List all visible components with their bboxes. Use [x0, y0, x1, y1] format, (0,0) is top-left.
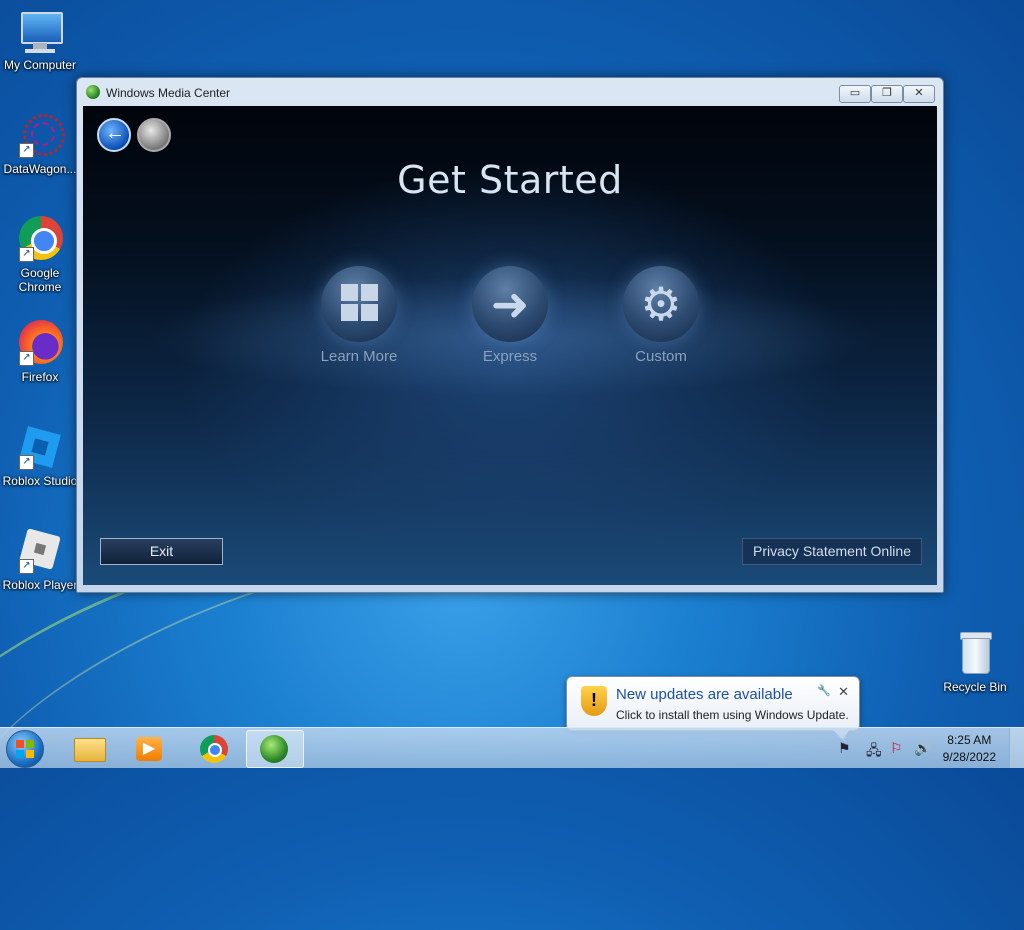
desktop-icon-label: My Computer [3, 58, 77, 72]
roblox-studio-icon: ↗ [17, 424, 63, 470]
option-label: Express [482, 348, 538, 365]
notification-title: New updates are available [616, 686, 793, 703]
datawagon-icon: ↗ [17, 112, 65, 158]
taskbar: ▶ ⚑ 🖧 ⚐ 🔊 8:25 AM 9/28/2022 [0, 727, 1024, 768]
taskbar-item-chrome[interactable] [186, 730, 242, 766]
media-player-icon: ▶ [136, 737, 162, 761]
restore-button[interactable]: ❐ [871, 85, 903, 103]
chrome-icon [200, 735, 228, 763]
back-button[interactable]: ← [97, 118, 131, 152]
desktop-icon-label: Roblox Studio [2, 474, 78, 488]
page-title: Get Started [397, 158, 623, 202]
start-button[interactable] [6, 730, 44, 768]
shortcut-arrow-icon: ↗ [19, 247, 34, 262]
media-center-icon [86, 85, 100, 99]
desktop-icon-roblox-studio[interactable]: ↗ Roblox Studio [0, 424, 80, 488]
desktop-icon-recycle-bin[interactable]: Recycle Bin [935, 630, 1015, 694]
shortcut-arrow-icon: ↗ [19, 455, 34, 470]
taskbar-item-file-explorer[interactable] [62, 730, 118, 766]
network-icon[interactable]: 🖧 [866, 740, 882, 764]
option-custom[interactable]: ⚙ Custom [601, 266, 721, 365]
desktop-icon-label: Roblox Player [2, 578, 78, 592]
back-arrow-icon: ← [105, 122, 125, 144]
folder-icon [74, 738, 106, 762]
desktop-icon-label: Firefox [21, 370, 59, 384]
desktop-icon-chrome[interactable]: ↗ Google Chrome [0, 216, 80, 294]
arrow-right-icon: ➜ [472, 266, 548, 342]
window-titlebar[interactable]: Windows Media Center ▭ ❐ ✕ [77, 78, 943, 105]
desktop-icon-my-computer[interactable]: My Computer [0, 8, 80, 72]
desktop-icon-datawagon[interactable]: ↗ DataWagon... [0, 112, 80, 176]
exit-button[interactable]: Exit [100, 538, 223, 565]
firefox-icon: ↗ [17, 320, 63, 366]
computer-icon [17, 8, 63, 54]
shortcut-arrow-icon: ↗ [19, 559, 34, 574]
windows-update-tray-icon[interactable]: ⚑ [838, 740, 851, 757]
option-express[interactable]: ➜ Express [450, 266, 570, 365]
media-center-window[interactable]: Windows Media Center ▭ ❐ ✕ ← Get Started… [76, 77, 944, 593]
desktop-icon-label: Recycle Bin [943, 680, 1007, 694]
minimize-button[interactable]: ▭ [839, 85, 871, 103]
notification-close-button[interactable]: ✕ [838, 684, 849, 700]
option-label: Custom [635, 348, 687, 365]
shortcut-arrow-icon: ↗ [19, 351, 34, 366]
window-title: Windows Media Center [106, 86, 231, 100]
shortcut-arrow-icon: ↗ [19, 143, 34, 158]
gears-icon: ⚙ [623, 266, 699, 342]
action-center-icon[interactable]: ⚐ [890, 740, 903, 757]
option-learn-more[interactable]: Learn More [299, 266, 419, 365]
shield-warning-icon: ! [581, 686, 607, 716]
media-center-content: ← Get Started Learn More ➜ Express ⚙ Cus… [83, 106, 937, 585]
clock-date: 9/28/2022 [942, 750, 996, 764]
show-desktop-button[interactable] [1009, 728, 1024, 768]
desktop-icon-firefox[interactable]: ↗ Firefox [0, 320, 80, 384]
clock-time: 8:25 AM [947, 733, 992, 747]
privacy-statement-button[interactable]: Privacy Statement Online [742, 538, 922, 565]
desktop-icon-label: Google Chrome [18, 266, 62, 294]
windows-logo-icon [16, 740, 34, 758]
windows-flag-icon [321, 266, 397, 342]
media-center-icon [260, 735, 288, 763]
taskbar-item-media-center[interactable] [246, 730, 304, 768]
roblox-player-icon: ↗ [17, 528, 63, 574]
recycle-bin-icon [952, 630, 998, 676]
option-label: Learn More [320, 348, 398, 365]
chrome-icon: ↗ [17, 216, 63, 262]
media-center-start-button[interactable] [137, 118, 171, 152]
notification-text: Click to install them using Windows Upda… [616, 708, 849, 722]
taskbar-item-media-player[interactable]: ▶ [122, 730, 178, 766]
volume-icon[interactable]: 🔊 [914, 740, 931, 757]
desktop-icon-label: DataWagon... [3, 162, 77, 176]
update-notification[interactable]: ! New updates are available Click to ins… [566, 676, 860, 740]
close-button[interactable]: ✕ [903, 85, 935, 103]
system-clock[interactable]: 8:25 AM 9/28/2022 [943, 732, 996, 766]
desktop-icon-roblox-player[interactable]: ↗ Roblox Player [0, 528, 80, 592]
wrench-icon[interactable]: 🔧 [817, 684, 831, 697]
